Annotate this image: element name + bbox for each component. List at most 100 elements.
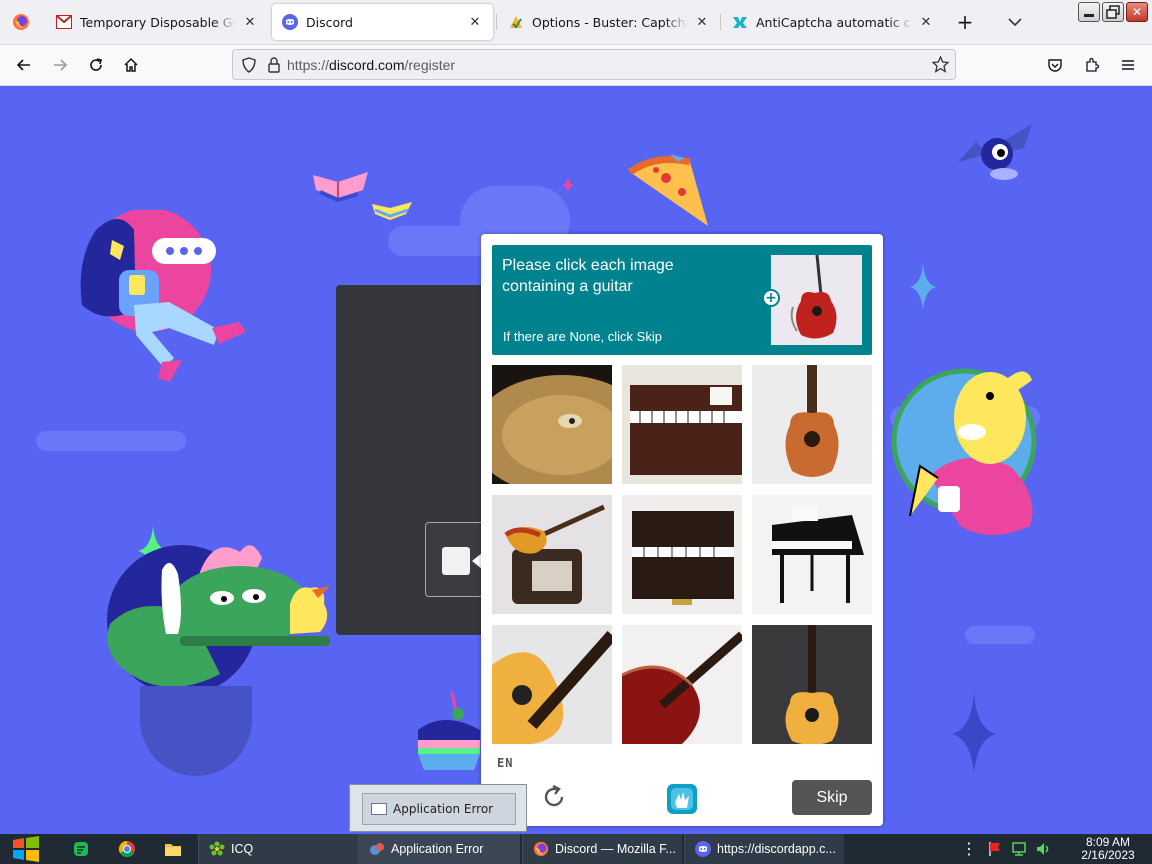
taskbar: ICQ Application Error Discord — Mozilla … <box>0 834 1152 864</box>
pocket-button[interactable] <box>1040 50 1070 80</box>
more-vertical-icon: ⋮ <box>961 841 977 858</box>
plus-icon[interactable]: + <box>762 289 780 307</box>
list-all-tabs-button[interactable] <box>1000 7 1030 37</box>
application-error-preview[interactable]: Application Error <box>349 784 527 832</box>
challenge-tile-cymbal[interactable] <box>492 365 612 484</box>
taskbar-app-green[interactable] <box>70 834 92 864</box>
window-icon <box>371 803 387 815</box>
challenge-tile-electric-guitar[interactable] <box>492 495 612 614</box>
challenge-tile-electric-guitar[interactable] <box>622 625 742 744</box>
tray-flag[interactable] <box>986 834 1004 864</box>
tray-overflow-button[interactable]: ⋮ <box>961 834 977 864</box>
close-icon[interactable]: ✕ <box>918 14 934 30</box>
challenge-tile-upright-piano[interactable] <box>622 365 742 484</box>
taskbar-item-application-error[interactable]: Application Error <box>358 834 520 864</box>
forward-button[interactable] <box>45 50 75 80</box>
firefox-icon <box>13 14 29 30</box>
restore-icon <box>1106 5 1120 19</box>
background-blob <box>140 686 252 776</box>
reload-button[interactable] <box>81 50 111 80</box>
tray-network[interactable] <box>1010 834 1028 864</box>
yellow-creature-illustration <box>891 368 1037 535</box>
captcha-checkbox-frame[interactable] <box>425 522 485 597</box>
error-app-icon <box>369 841 385 857</box>
challenge-tile-acoustic-guitar[interactable] <box>752 365 872 484</box>
close-icon[interactable]: ✕ <box>242 14 258 30</box>
chrome-icon <box>118 840 135 858</box>
background-cloud <box>965 626 1035 644</box>
network-icon <box>1012 842 1026 856</box>
close-icon[interactable]: ✕ <box>694 14 710 30</box>
taskbar-clock[interactable]: 8:09 AM 2/16/2023 <box>1072 836 1144 862</box>
sparkle-illustration <box>952 694 996 774</box>
skip-button[interactable]: Skip <box>792 780 872 815</box>
gmail-icon <box>56 14 72 30</box>
dinosaur-illustration <box>107 545 330 695</box>
icq-icon <box>209 841 225 857</box>
challenge-tile-acoustic-guitar[interactable] <box>492 625 612 744</box>
tab-discord[interactable]: Discord ✕ <box>272 4 493 40</box>
application-error-thumbnail[interactable]: Application Error <box>362 793 516 825</box>
restore-button[interactable] <box>1102 2 1124 22</box>
challenge-prompt: Please click each image containing a gui… <box>492 245 872 355</box>
refresh-icon <box>544 784 564 807</box>
taskbar-chrome[interactable] <box>116 834 138 864</box>
hamburger-icon <box>1122 60 1134 70</box>
challenge-tile-upright-piano[interactable] <box>622 495 742 614</box>
tray-volume[interactable] <box>1034 834 1052 864</box>
close-icon: ✕ <box>1131 5 1143 19</box>
reload-icon <box>90 58 102 71</box>
prompt-hint: If there are None, click Skip <box>503 329 662 344</box>
taskbar-item-discord[interactable]: https://discordapp.c... <box>684 834 844 864</box>
bookmark-star-icon[interactable] <box>932 56 949 73</box>
discord-icon <box>695 841 711 857</box>
arrow-left-icon <box>16 59 30 71</box>
tab-anticaptcha[interactable]: AntiCaptcha automatic captch ✕ <box>722 4 944 40</box>
folder-icon <box>165 844 181 856</box>
firefox-icon <box>533 841 549 857</box>
shield-icon[interactable] <box>241 56 257 73</box>
lock-icon[interactable] <box>267 56 281 73</box>
back-button[interactable] <box>9 50 39 80</box>
close-icon[interactable]: ✕ <box>467 14 483 30</box>
taskbar-item-firefox[interactable]: Discord — Mozilla F... <box>522 834 682 864</box>
hcaptcha-logo-icon[interactable] <box>665 782 699 816</box>
minimize-icon <box>1084 14 1094 17</box>
discord-icon <box>282 14 298 30</box>
tab-title: Temporary Disposable Gmail | <box>80 14 236 30</box>
challenge-tile-grand-piano[interactable] <box>752 495 872 614</box>
url-bar[interactable]: https://discord.com/register <box>232 49 956 80</box>
buster-icon <box>508 14 524 30</box>
extensions-button[interactable] <box>1077 50 1107 80</box>
start-button[interactable] <box>8 834 44 864</box>
anticaptcha-icon <box>732 14 748 30</box>
tab-title: AntiCaptcha automatic captch <box>756 14 912 30</box>
taskbar-item-icq[interactable]: ICQ <box>198 834 358 864</box>
url-text[interactable]: https://discord.com/register <box>287 57 455 73</box>
firefox-view-button[interactable] <box>0 0 42 44</box>
app-menu-button[interactable] <box>1113 50 1143 80</box>
tab-title: Discord <box>306 14 353 30</box>
tab-buster[interactable]: Options - Buster: Captcha Sol ✕ <box>498 4 720 40</box>
close-window-button[interactable]: ✕ <box>1126 2 1148 22</box>
background-cloud <box>36 431 186 451</box>
minimize-button[interactable] <box>1078 2 1100 22</box>
example-image[interactable] <box>771 255 862 345</box>
challenge-tile-acoustic-guitar[interactable] <box>752 625 872 744</box>
new-tab-button[interactable]: + <box>950 7 980 37</box>
puzzle-icon <box>1086 57 1100 72</box>
tab-gmail[interactable]: Temporary Disposable Gmail | ✕ <box>46 4 268 40</box>
refresh-challenge-button[interactable] <box>539 782 569 812</box>
language-selector[interactable]: EN <box>497 756 513 770</box>
home-icon <box>124 57 138 72</box>
taskbar-file-explorer[interactable] <box>162 834 184 864</box>
book-illustration <box>372 202 412 220</box>
tab-strip: Temporary Disposable Gmail | ✕ Discord ✕… <box>0 0 1152 45</box>
action-center-flag-icon <box>989 842 1000 856</box>
prompt-line-2: containing a guitar <box>502 278 633 295</box>
home-button[interactable] <box>116 50 146 80</box>
prompt-line-1: Please click each image <box>502 257 674 274</box>
captcha-checkbox[interactable] <box>442 547 470 575</box>
sparkle-illustration <box>910 264 936 310</box>
book-illustration <box>313 172 368 203</box>
